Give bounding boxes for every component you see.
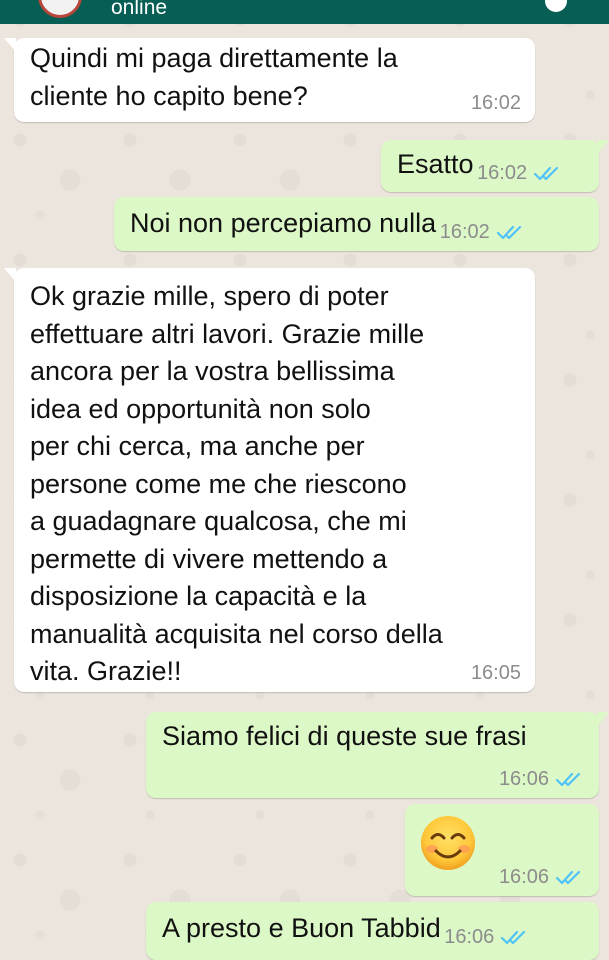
- message-meta: 16:02: [440, 221, 526, 243]
- message-meta: 16:06: [444, 926, 530, 948]
- read-receipt-icon: [496, 225, 521, 240]
- message-time: 16:06: [498, 866, 549, 888]
- header-action-icon[interactable]: [545, 0, 567, 12]
- message-text: Siamo felici di queste sue frasi: [162, 721, 527, 751]
- message-outgoing[interactable]: Esatto 16:02: [381, 140, 609, 192]
- smiling-face-emoji: [421, 816, 475, 870]
- message-meta: 16:02: [477, 162, 563, 184]
- message-time: 16:02: [470, 92, 521, 114]
- read-receipt-icon: [555, 772, 581, 787]
- message-outgoing[interactable]: Siamo felici di queste sue frasi 16:06: [146, 712, 609, 798]
- message-text: Noi non percepiamo nulla: [130, 208, 437, 238]
- message-time: 16:05: [470, 662, 521, 684]
- message-time: 16:06: [498, 768, 549, 790]
- message-outgoing[interactable]: Noi non percepiamo nulla 16:02: [114, 197, 599, 251]
- message-incoming[interactable]: Ok grazie mille, spero di poter effettua…: [4, 268, 535, 692]
- message-text: Ok grazie mille, spero di poter effettua…: [30, 281, 443, 686]
- contact-status: online: [111, 0, 168, 19]
- message-text: Esatto: [397, 149, 474, 179]
- message-incoming[interactable]: Quindi mi paga direttamente la cliente h…: [4, 38, 535, 122]
- message-meta: 16:05: [471, 662, 521, 684]
- message-outgoing[interactable]: 16:06: [405, 804, 599, 896]
- bubble-tail: [597, 140, 609, 154]
- read-receipt-icon: [534, 166, 559, 181]
- chat-header[interactable]: online: [0, 0, 609, 24]
- message-time: 16:02: [477, 162, 528, 184]
- read-receipt-icon: [555, 870, 581, 885]
- message-meta: 16:06: [499, 866, 585, 888]
- chat-screen: online Quindi mi paga direttamente la cl…: [0, 0, 609, 960]
- message-meta: 16:02: [471, 92, 521, 114]
- bubble-tail: [597, 712, 609, 726]
- message-meta: 16:06: [499, 768, 585, 790]
- message-time: 16:02: [439, 221, 490, 243]
- message-text: A presto e Buon Tabbid: [162, 913, 441, 943]
- message-outgoing[interactable]: A presto e Buon Tabbid 16:06: [146, 902, 599, 960]
- message-text: Quindi mi paga direttamente la cliente h…: [30, 43, 398, 111]
- contact-avatar[interactable]: [38, 0, 82, 18]
- message-time: 16:06: [444, 926, 495, 948]
- bubble-tail: [4, 38, 16, 52]
- bubble-tail: [4, 268, 16, 282]
- read-receipt-icon: [501, 930, 526, 945]
